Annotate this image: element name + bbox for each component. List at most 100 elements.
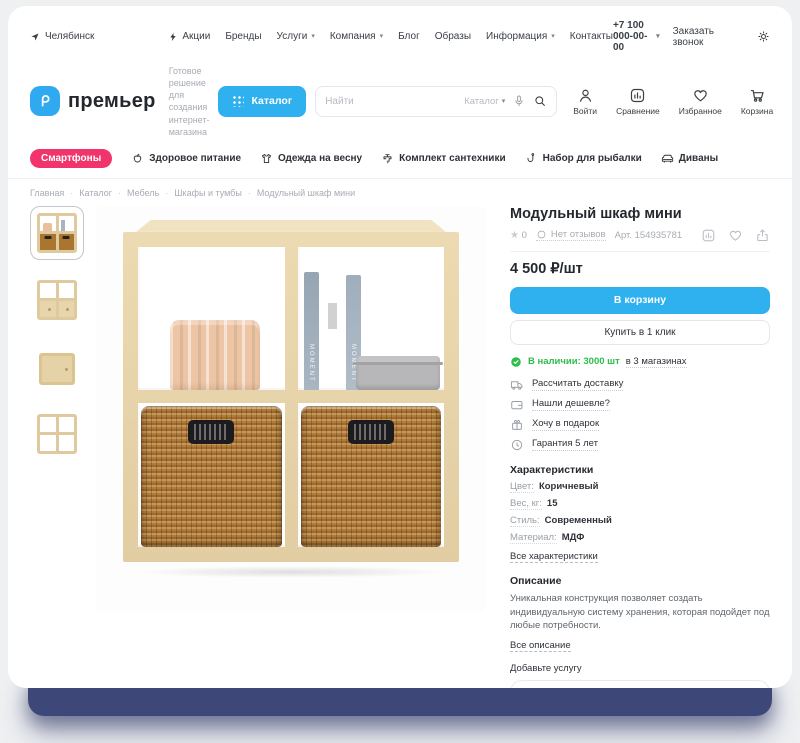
shelf-cell-bottom-left [138, 403, 285, 547]
category-plumbing-kit[interactable]: Комплект сантехники [381, 152, 506, 165]
callback-link[interactable]: Заказать звонок [673, 26, 714, 48]
wicker-basket [141, 406, 282, 547]
breadcrumb-home[interactable]: Главная [30, 188, 64, 198]
binder-spine: MOMENT [304, 272, 319, 390]
thumb-single-cube [39, 353, 75, 385]
tshirt-icon [260, 152, 273, 165]
breadcrumb-furniture[interactable]: Мебель [112, 188, 159, 198]
theme-toggle[interactable] [757, 30, 770, 43]
category-fishing-set[interactable]: Набор для рыбалки [525, 152, 642, 165]
nav-item-contacts[interactable]: Контакты [570, 31, 613, 42]
search-icon[interactable] [533, 94, 547, 108]
shelf-cell-top-left [138, 247, 285, 391]
product-info: Модульный шкаф мини ★ 0 Нет отзывов Арт.… [510, 206, 770, 688]
nav-item-looks[interactable]: Образы [435, 31, 471, 42]
meta-actions [701, 228, 770, 243]
topbar-nav: Акции Бренды Услуги▾ Компания▾ Блог Обра… [168, 31, 613, 42]
fishing-icon [525, 152, 538, 165]
phone-number[interactable]: +7 100 000-00-00▾ [613, 20, 660, 53]
sun-icon [757, 30, 770, 43]
thumbnail-1-selected[interactable] [30, 206, 84, 260]
login-button[interactable]: Войти [573, 87, 597, 116]
nav-item-info[interactable]: Информация▾ [486, 31, 555, 42]
rating: ★ 0 [510, 230, 527, 241]
city-label: Челябинск [45, 31, 94, 42]
sofa-icon [661, 152, 674, 165]
comment-icon [536, 229, 547, 240]
wicker-basket [301, 406, 442, 547]
service-links: Рассчитать доставку Нашли дешевле? Хочу … [510, 378, 770, 452]
favorites-button[interactable]: Избранное [679, 87, 722, 116]
cart-icon [749, 87, 766, 104]
wallet-icon [510, 398, 524, 412]
product-price: 4 500 ₽/шт [510, 261, 770, 277]
apple-icon [131, 152, 144, 165]
category-spring-clothes[interactable]: Одежда на весну [260, 152, 362, 165]
truck-icon [510, 378, 524, 392]
category-sofas[interactable]: Диваны [661, 152, 718, 165]
breadcrumb-catalog[interactable]: Каталог [64, 188, 112, 198]
product-image: MOMENT MOMENT [96, 206, 486, 612]
thumbnail-4[interactable] [30, 407, 84, 461]
cart-button[interactable]: Корзина [741, 87, 773, 116]
buy-one-click-button[interactable]: Купить в 1 клик [510, 320, 770, 345]
delivery-link[interactable]: Рассчитать доставку [510, 378, 770, 392]
nav-item-company[interactable]: Компания▾ [330, 31, 383, 42]
check-circle-icon [510, 356, 522, 368]
chevron-down-icon: ▾ [311, 33, 315, 40]
cheaper-link[interactable]: Нашли дешевле? [510, 398, 770, 412]
nav-item-promos[interactable]: Акции [168, 31, 210, 42]
product-section: MOMENT MOMENT Модульный шкаф мини [30, 206, 770, 688]
nav-item-blog[interactable]: Блог [398, 31, 420, 42]
thumbnail-list [30, 206, 84, 461]
sku: Арт. 154935781 [615, 230, 683, 241]
divider [510, 251, 770, 252]
nav-item-services[interactable]: Услуги▾ [277, 31, 315, 42]
page-card: Челябинск Акции Бренды Услуги▾ Компания▾… [8, 6, 792, 688]
thumbnail-2[interactable] [30, 273, 84, 327]
stock-status: В наличии: 3000 шт в 3 магазинах [510, 356, 770, 368]
search-scope-select[interactable]: Каталог▾ [464, 96, 505, 107]
microphone-icon[interactable] [512, 94, 526, 108]
stores-link[interactable]: в 3 магазинах [626, 356, 687, 368]
gift-icon [510, 418, 524, 432]
heart-icon [692, 87, 709, 104]
user-icon [577, 87, 594, 104]
breadcrumb-cabinets[interactable]: Шкафы и тумбы [159, 188, 242, 198]
all-specs-link[interactable]: Все характеристики [510, 551, 598, 563]
shelf-cell-top-right: MOMENT MOMENT [298, 247, 445, 391]
chevron-down-icon: ▾ [656, 33, 660, 40]
share-icon[interactable] [755, 228, 770, 243]
spec-row-material: Материал:МДФ [510, 532, 770, 544]
gift-link[interactable]: Хочу в подарок [510, 418, 770, 432]
thumb-empty-shelf [37, 414, 77, 454]
category-healthy-food[interactable]: Здоровое питание [131, 152, 241, 165]
all-description-link[interactable]: Все описание [510, 640, 571, 652]
header: премьер Готовое решение для создания инт… [30, 65, 770, 138]
search-input[interactable] [325, 96, 457, 107]
description-title: Описание [510, 575, 770, 587]
faucet-icon [381, 152, 394, 165]
add-to-cart-button[interactable]: В корзину [510, 287, 770, 314]
shelf-illustration: MOMENT MOMENT [123, 232, 459, 562]
reviews-link[interactable]: Нет отзывов [536, 229, 606, 241]
thumb-shelf-with-baskets [37, 213, 77, 253]
nav-item-brands[interactable]: Бренды [225, 31, 261, 42]
compare-icon[interactable] [701, 228, 716, 243]
warranty-link[interactable]: Гарантия 5 лет [510, 438, 770, 452]
city-selector[interactable]: Челябинск [30, 31, 94, 42]
basket-handle [188, 420, 234, 444]
spec-row-color: Цвет:Коричневый [510, 481, 770, 493]
header-actions: Войти Сравнение Избранное Корзина [573, 87, 773, 116]
heart-icon[interactable] [728, 228, 743, 243]
thumbnail-3[interactable] [30, 340, 84, 394]
category-smartphones[interactable]: Смартфоны [30, 149, 112, 168]
logo[interactable]: премьер [30, 86, 156, 116]
compare-button[interactable]: Сравнение [616, 87, 660, 116]
stock-quantity: В наличии: 3000 шт [528, 356, 620, 367]
star-icon: ★ [510, 230, 519, 241]
header-divider [8, 178, 792, 179]
catalog-button[interactable]: Каталог [218, 86, 307, 117]
topbar: Челябинск Акции Бренды Услуги▾ Компания▾… [30, 16, 770, 53]
grey-fabric-box [356, 356, 440, 390]
